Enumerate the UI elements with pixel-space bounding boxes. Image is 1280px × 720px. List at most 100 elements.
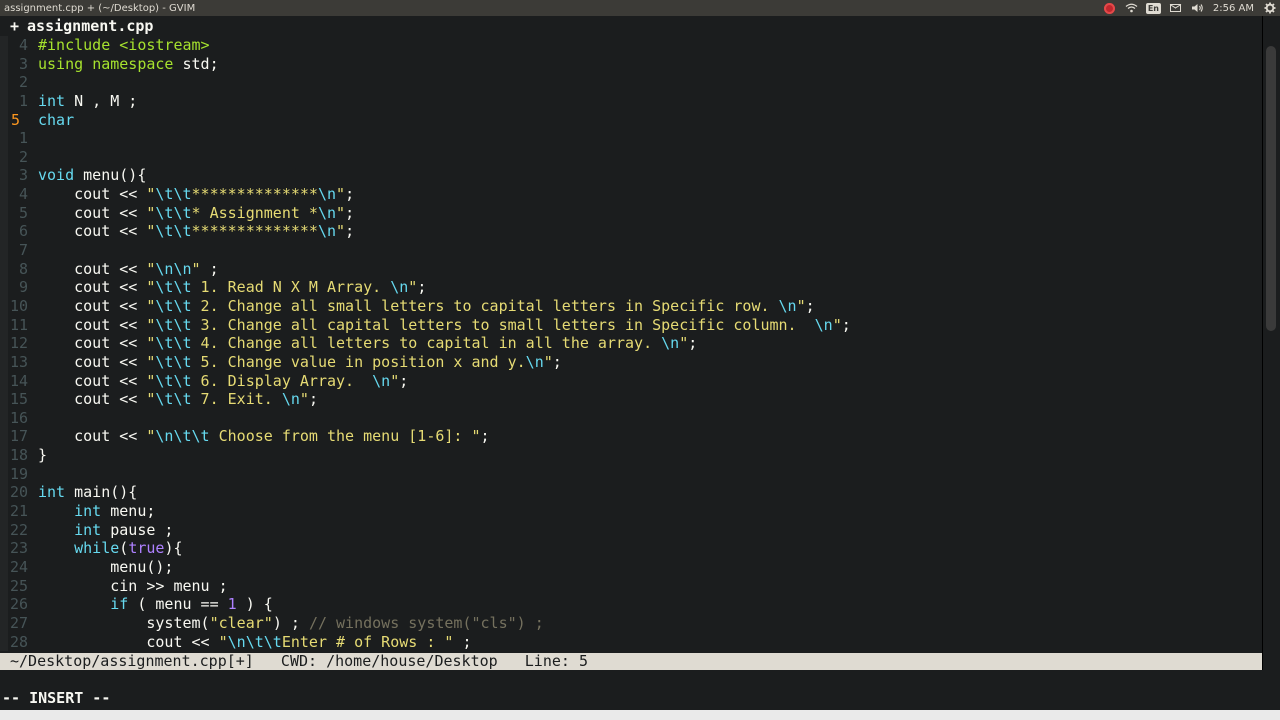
code-line[interactable]: 9 cout << "\t\t 1. Read N X M Array. \n"… <box>0 278 1262 297</box>
code-line[interactable]: 1 <box>0 129 1262 148</box>
sign-column <box>0 576 8 596</box>
clock[interactable]: 2:56 AM <box>1213 3 1254 14</box>
code-line[interactable]: 14 cout << "\t\t 6. Display Array. \n"; <box>0 371 1262 391</box>
code-line[interactable]: 6 cout << "\t\t**************\n"; <box>0 222 1262 242</box>
code-line[interactable]: 2 <box>0 73 1262 92</box>
wifi-icon[interactable] <box>1125 2 1138 14</box>
line-content: #include <iostream> <box>38 36 210 55</box>
code-line[interactable]: 3 void menu(){ <box>0 166 1262 186</box>
code-token: if <box>110 595 129 614</box>
code-line[interactable]: 23 while(true){ <box>0 539 1262 558</box>
keyboard-icon[interactable]: En <box>1145 2 1161 14</box>
code-line[interactable]: 3 using namespace std; <box>0 54 1262 74</box>
record-icon[interactable] <box>1103 2 1116 14</box>
code-line[interactable]: 15 cout << "\t\t 7. Exit. \n"; <box>0 390 1262 409</box>
code-line[interactable]: 4 #include <iostream> <box>0 36 1262 55</box>
code-line[interactable]: 19 <box>0 464 1262 484</box>
code-token: \n <box>281 390 300 409</box>
code-line[interactable]: 20 int main(){ <box>0 483 1262 503</box>
line-content: int menu; <box>38 502 155 521</box>
window-bottom-edge <box>0 710 1280 720</box>
code-line[interactable]: 8 cout << "\n\n" ; <box>0 259 1262 279</box>
gear-icon[interactable] <box>1263 2 1276 14</box>
code-token: 3. Change all capital letters to small l… <box>191 315 815 334</box>
mail-icon[interactable] <box>1169 2 1182 14</box>
command-line[interactable]: -- INSERT -- <box>0 670 1280 710</box>
line-number: 8 <box>18 259 28 278</box>
line-content: using namespace std; <box>38 55 219 74</box>
code-token: true <box>128 539 165 558</box>
code-line[interactable]: 5 cout << "\t\t* Assignment *\n"; <box>0 203 1262 223</box>
code-token: \t\t <box>155 315 192 334</box>
code-line[interactable]: 10 cout << " \t\t 2. Change all small let… <box>0 296 1262 316</box>
volume-icon[interactable] <box>1191 2 1204 14</box>
line-content: cout << " \t\t 3. Change all capital lett… <box>38 316 851 335</box>
code-line[interactable]: 11 cout << " \t\t 3. Change all capital l… <box>0 315 1262 335</box>
code-line[interactable]: 1 int N , M ; <box>0 91 1262 111</box>
code-line[interactable]: 7 <box>0 241 1262 260</box>
code-token: 1 <box>227 595 237 614</box>
code-line[interactable]: 25 cin >> menu ; <box>0 576 1262 596</box>
code-line[interactable]: 12 cout << " \t\t 4. Change all letters t… <box>0 334 1262 353</box>
code-line[interactable]: 27 system("clear") ; // windows system("… <box>0 613 1262 633</box>
editor-area[interactable]: + assignment.cpp 4 #include <iostream> 3 us… <box>0 16 1262 653</box>
code-token: int <box>38 91 66 110</box>
code-line[interactable]: 2 <box>0 147 1262 167</box>
sign-column <box>0 334 8 353</box>
line-content: cout << " \t\t 2. Change all small letter… <box>38 297 815 316</box>
code-token: \n <box>372 371 391 390</box>
code-token: \t\t <box>155 222 192 241</box>
sign-column <box>0 110 8 130</box>
code-token: \t\t <box>155 334 192 353</box>
code-token: " <box>336 185 346 204</box>
code-line[interactable]: 21 int menu; <box>0 502 1262 521</box>
code-token: " <box>408 278 418 297</box>
line-content: while(true){ <box>38 539 183 558</box>
code-token: \n <box>661 334 680 353</box>
code-line[interactable]: 16 <box>0 408 1262 428</box>
tab-filename[interactable]: assignment.cpp <box>27 17 153 35</box>
system-tray: En 2:56 AM <box>1103 2 1276 14</box>
line-content: cout << "\t\t**************\n"; <box>38 185 354 204</box>
code-token: ; <box>345 185 355 204</box>
code-token: \t\t <box>155 203 192 222</box>
code-token: // windows system("cls") ; <box>308 613 544 632</box>
code-token: ; <box>552 352 562 371</box>
line-content: cout << "\t\t* Assignment *\n"; <box>38 204 354 223</box>
code-token: \t\t <box>155 390 192 409</box>
line-number: 14 <box>9 371 28 390</box>
line-number: 10 <box>9 296 28 315</box>
code-buffer[interactable]: 4 #include <iostream> 3 using namespace std… <box>0 36 1262 652</box>
line-number: 25 <box>9 576 28 595</box>
sign-column <box>0 502 8 521</box>
status-line: ~/Desktop/assignment.cpp[+] CWD: /home/h… <box>0 653 1262 670</box>
code-token: " <box>832 315 842 334</box>
code-line[interactable]: 26 if ( menu == 1 ) { <box>0 595 1262 614</box>
code-line[interactable]: 28 cout << "\n\t\tEnter # of Rows : " ; <box>0 632 1262 652</box>
code-line[interactable]: 24 menu(); <box>0 557 1262 577</box>
line-number: 19 <box>9 464 28 483</box>
code-line[interactable]: 18} <box>0 446 1262 465</box>
code-token: cout << <box>38 185 147 204</box>
code-token: " <box>679 334 689 353</box>
code-line[interactable]: 17 cout << "\n\t\t Choose from the menu … <box>0 427 1262 447</box>
code-token: "clear" <box>209 613 273 632</box>
code-token: ){ <box>164 539 183 558</box>
code-token: cout << <box>38 427 147 446</box>
code-line[interactable]: 5 char <box>0 110 1262 130</box>
sign-column <box>0 408 8 428</box>
code-line[interactable]: 4 cout << "\t\t**************\n"; <box>0 185 1262 204</box>
vertical-scrollbar[interactable] <box>1262 16 1280 670</box>
code-token: main(){ <box>65 483 138 502</box>
line-number: 24 <box>9 557 28 576</box>
scrollbar-thumb[interactable] <box>1266 46 1276 331</box>
sign-column <box>0 520 8 540</box>
code-token: \n <box>778 296 797 315</box>
modified-marker: + <box>10 17 20 35</box>
code-line[interactable]: 22 int pause ; <box>0 520 1262 540</box>
code-token: void <box>38 166 75 185</box>
line-number: 21 <box>9 502 28 521</box>
code-line[interactable]: 13 cout << " \t\t 5. Change value in posi… <box>0 352 1262 372</box>
